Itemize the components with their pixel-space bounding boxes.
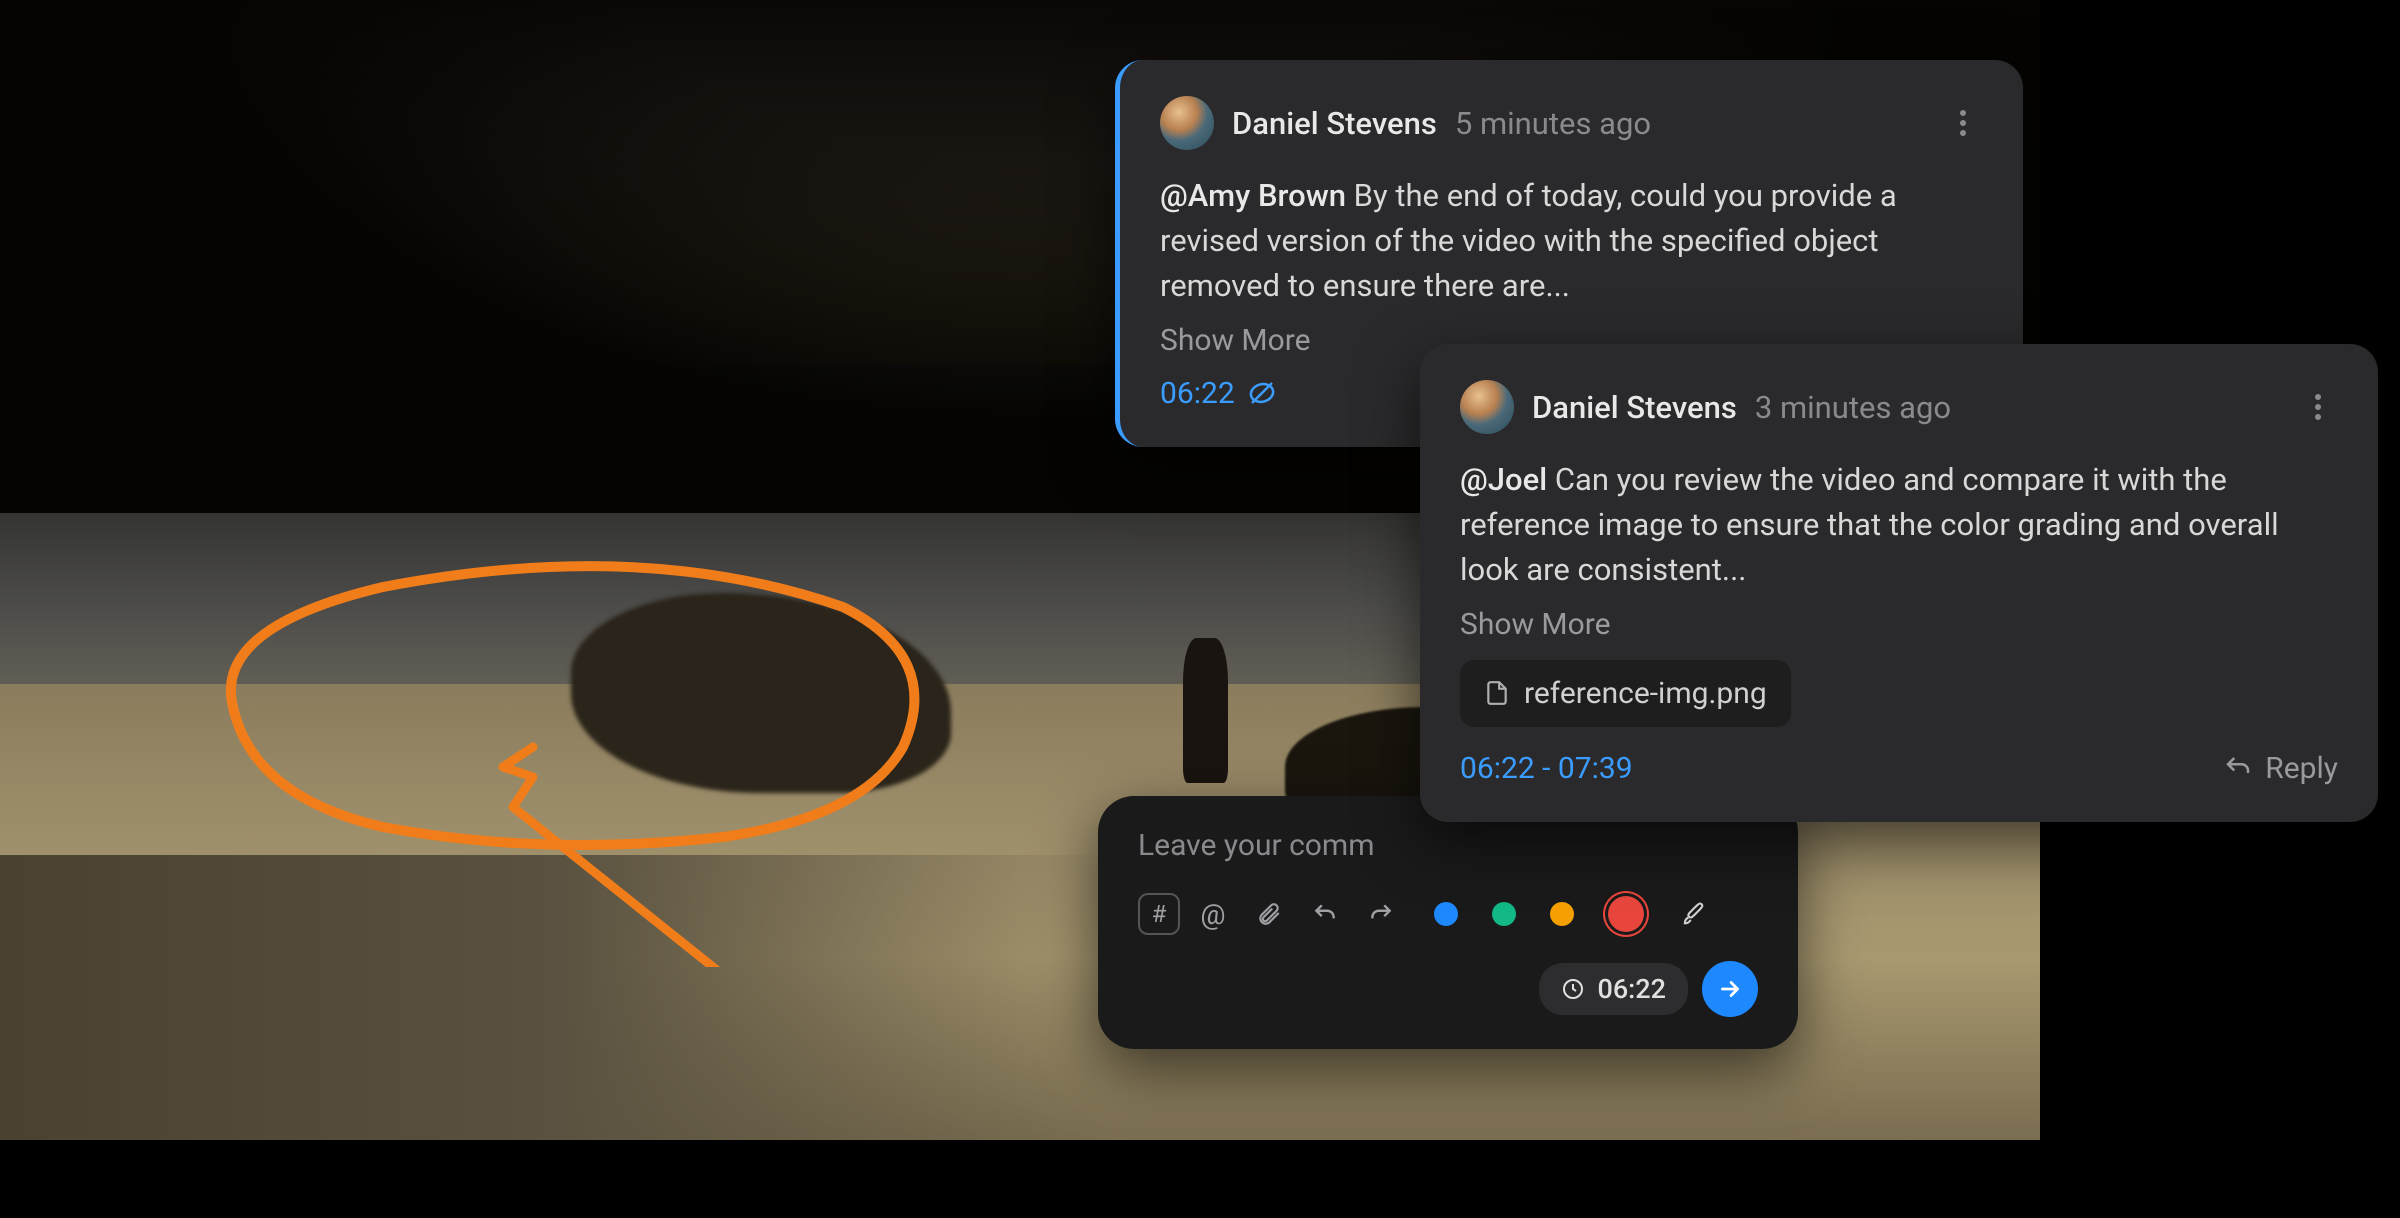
avatar[interactable] — [1460, 380, 1514, 434]
comment-text: Can you review the video and compare it … — [1460, 461, 2279, 588]
brush-button[interactable] — [1670, 891, 1716, 937]
timecode-link[interactable]: 06:22 — [1160, 376, 1277, 411]
color-blue[interactable] — [1434, 902, 1458, 926]
author-name: Daniel Stevens — [1532, 389, 1737, 426]
more-vertical-icon — [1959, 109, 1967, 137]
arrow-right-icon — [1717, 976, 1743, 1002]
comment-card[interactable]: Daniel Stevens 3 minutes ago @Joel Can y… — [1420, 344, 2378, 822]
timecode-link[interactable]: 06:22 - 07:39 — [1460, 751, 1633, 786]
more-options-button[interactable] — [2298, 387, 2338, 427]
show-more-button[interactable]: Show More — [1160, 323, 1311, 358]
more-options-button[interactable] — [1943, 103, 1983, 143]
comment-header: Daniel Stevens 5 minutes ago — [1160, 96, 1983, 150]
reply-icon — [2223, 753, 2253, 783]
comment-toolbar: # @ — [1138, 891, 1758, 937]
color-teal[interactable] — [1492, 902, 1516, 926]
mention[interactable]: @Amy Brown — [1160, 177, 1346, 214]
hashtag-button[interactable]: # — [1138, 893, 1180, 935]
redo-icon — [1368, 901, 1394, 927]
send-button[interactable] — [1702, 961, 1758, 1017]
comment-input[interactable]: Leave your comm — [1138, 828, 1758, 863]
comment-footer: 06:22 - 07:39 Reply — [1460, 751, 2338, 786]
attachment-filename: reference-img.png — [1524, 676, 1767, 711]
reply-label: Reply — [2265, 751, 2338, 786]
relative-timestamp: 3 minutes ago — [1755, 389, 1951, 426]
comment-header: Daniel Stevens 3 minutes ago — [1460, 380, 2338, 434]
scribble-icon — [1247, 378, 1277, 408]
more-vertical-icon — [2314, 393, 2322, 421]
person-silhouette — [1183, 638, 1228, 783]
reply-button[interactable]: Reply — [2223, 751, 2338, 786]
brush-icon — [1679, 900, 1707, 928]
redo-button[interactable] — [1358, 891, 1404, 937]
comment-input-panel: Leave your comm # @ — [1098, 796, 1798, 1049]
beach-shadow — [0, 855, 1122, 1140]
show-more-button[interactable]: Show More — [1460, 607, 1611, 642]
attach-button[interactable] — [1246, 891, 1292, 937]
undo-icon — [1312, 901, 1338, 927]
timecode-value: 06:22 — [1597, 973, 1666, 1005]
clock-icon — [1561, 977, 1585, 1001]
timecode-pill[interactable]: 06:22 — [1539, 963, 1688, 1015]
timecode-text: 06:22 — [1160, 376, 1235, 411]
input-bottom-row: 06:22 — [1138, 961, 1758, 1017]
attachment-chip[interactable]: reference-img.png — [1460, 660, 1791, 727]
color-orange[interactable] — [1550, 902, 1574, 926]
avatar[interactable] — [1160, 96, 1214, 150]
mention-button[interactable]: @ — [1190, 891, 1236, 937]
author-name: Daniel Stevens — [1232, 105, 1437, 142]
color-red[interactable] — [1608, 896, 1644, 932]
file-icon — [1484, 680, 1510, 706]
mention[interactable]: @Joel — [1460, 461, 1547, 498]
relative-timestamp: 5 minutes ago — [1455, 105, 1651, 142]
comment-body: @Joel Can you review the video and compa… — [1460, 458, 2338, 593]
comment-body: @Amy Brown By the end of today, could yo… — [1160, 174, 1983, 309]
timecode-text: 06:22 - 07:39 — [1460, 751, 1633, 786]
paperclip-icon — [1256, 901, 1282, 927]
undo-button[interactable] — [1302, 891, 1348, 937]
